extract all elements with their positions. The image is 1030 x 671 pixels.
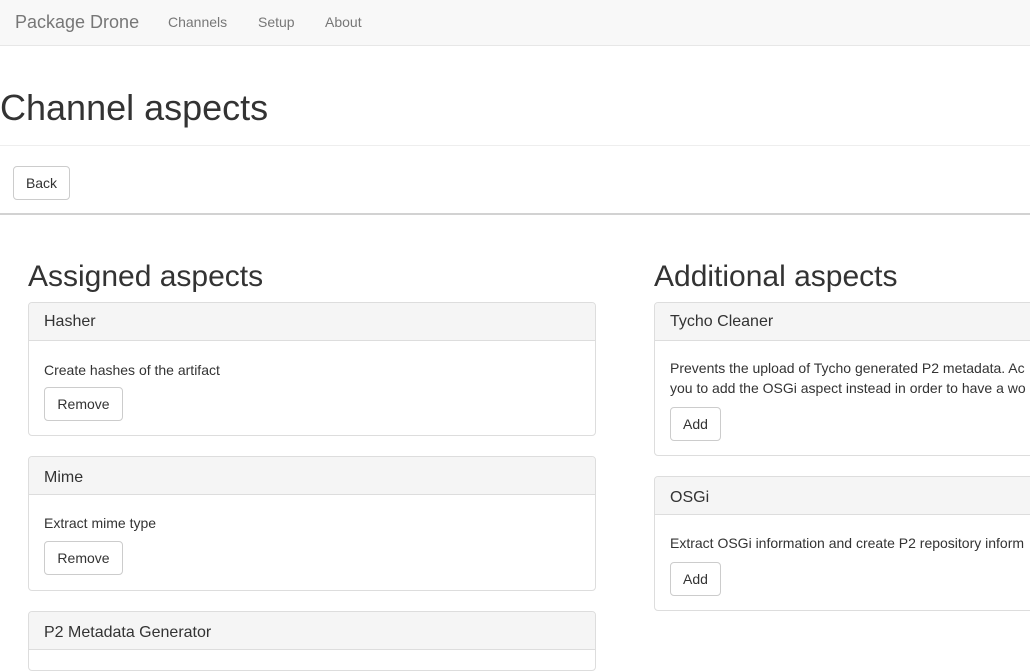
panel-heading: Tycho Cleaner	[655, 303, 1030, 341]
panel-heading: OSGi	[655, 477, 1030, 515]
panel-description-line: Prevents the upload of Tycho generated P…	[670, 360, 1025, 376]
panel-description: Create hashes of the artifact	[44, 362, 220, 378]
nav-link-about[interactable]: About	[325, 13, 362, 31]
aspect-panel-tycho-cleaner: Tycho Cleaner Prevents the upload of Tyc…	[654, 302, 1030, 456]
panel-heading: Hasher	[29, 303, 595, 341]
panel-title: P2 Metadata Generator	[44, 624, 212, 641]
panel-description-line: you to add the OSGi aspect instead in or…	[670, 380, 1026, 396]
title-divider	[0, 145, 1030, 146]
navbar: Package Drone Channels Setup About	[0, 0, 1030, 46]
aspect-panel-hasher: Hasher Create hashes of the artifact Rem…	[28, 302, 596, 436]
panel-description: Extract OSGi information and create P2 r…	[670, 535, 1025, 551]
aspect-panel-osgi: OSGi Extract OSGi information and create…	[654, 476, 1030, 611]
aspect-panel-p2-metadata: P2 Metadata Generator	[28, 611, 596, 671]
page-title: Channel aspects	[0, 87, 269, 128]
panel-description: Extract mime type	[44, 515, 157, 531]
nav-link-setup[interactable]: Setup	[258, 13, 295, 31]
assigned-aspects-heading: Assigned aspects	[28, 260, 264, 293]
brand-link[interactable]: Package Drone	[15, 11, 139, 33]
panel-heading: P2 Metadata Generator	[29, 612, 595, 650]
add-osgi-button[interactable]: Add	[670, 562, 721, 596]
panel-description: Prevents the upload of Tycho generated P…	[670, 358, 1026, 398]
back-button[interactable]: Back	[13, 166, 70, 200]
additional-aspects-heading: Additional aspects	[654, 260, 898, 293]
add-tycho-cleaner-button[interactable]: Add	[670, 407, 721, 441]
panel-title: Tycho Cleaner	[670, 313, 774, 330]
panel-title: Mime	[44, 469, 84, 486]
aspect-panel-mime: Mime Extract mime type Remove	[28, 456, 596, 591]
panel-title: OSGi	[670, 489, 710, 506]
remove-mime-button[interactable]: Remove	[44, 541, 123, 575]
section-divider	[0, 213, 1030, 215]
nav-link-channels[interactable]: Channels	[168, 13, 227, 31]
panel-title: Hasher	[44, 313, 96, 330]
panel-heading: Mime	[29, 457, 595, 495]
remove-hasher-button[interactable]: Remove	[44, 387, 123, 421]
